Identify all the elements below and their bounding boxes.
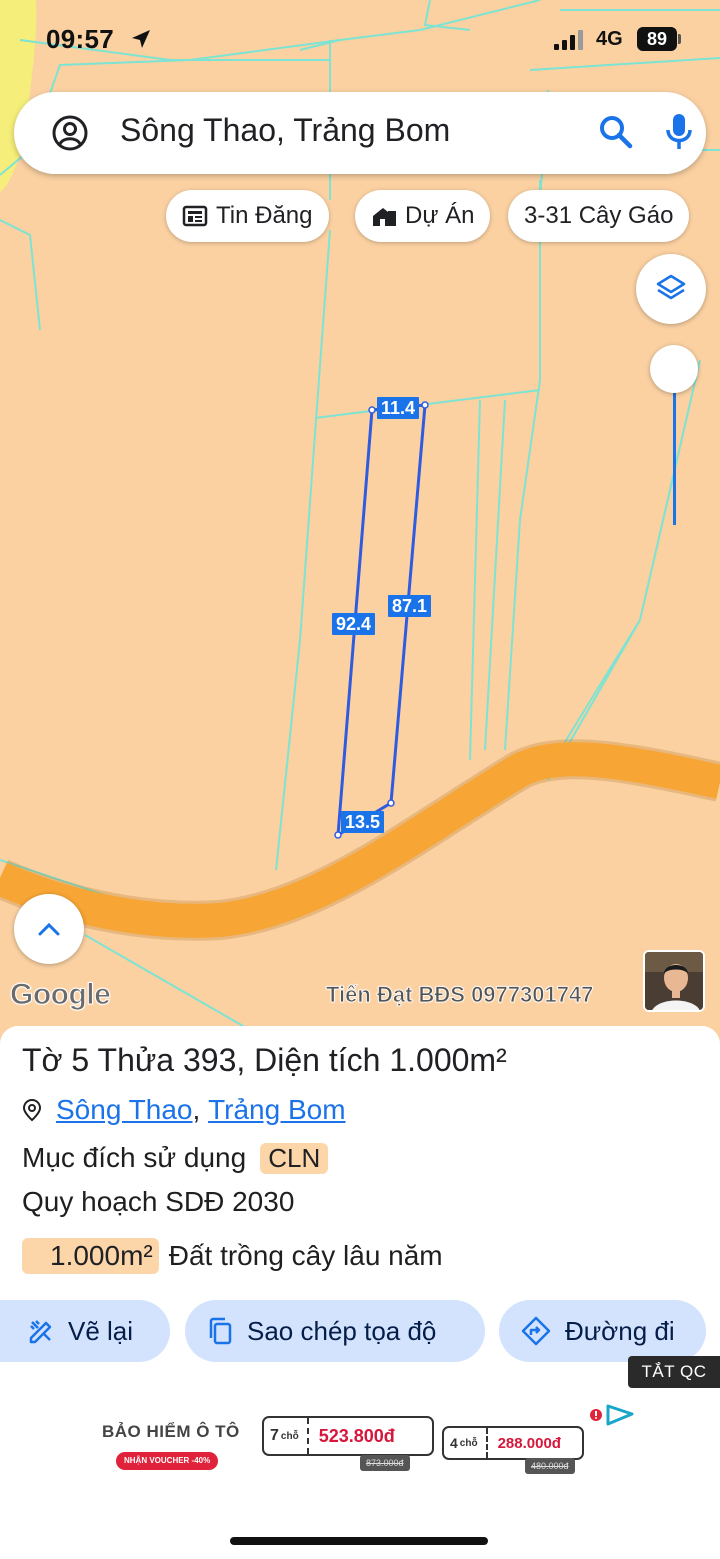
- expand-panel-button[interactable]: [14, 894, 84, 964]
- ad-offer-4: 4 chỗ 288.000đ: [442, 1426, 584, 1460]
- ad-seat-count: 4 chỗ: [444, 1428, 488, 1458]
- microphone-icon[interactable]: [664, 112, 694, 152]
- ad-old-price: 873.000đ: [360, 1455, 410, 1471]
- opacity-slider-handle[interactable]: [650, 345, 698, 393]
- area-row: 1.000m² Đất trồng cây lâu năm: [22, 1238, 443, 1274]
- search-icon[interactable]: [598, 114, 634, 150]
- avatar: [643, 950, 705, 1012]
- opacity-slider-track[interactable]: [673, 390, 676, 525]
- measure-label-left: 92.4: [332, 613, 376, 635]
- redraw-button[interactable]: Vẽ lại: [0, 1300, 170, 1362]
- account-icon[interactable]: [52, 115, 88, 151]
- search-input[interactable]: Sông Thao, Trảng Bom: [120, 112, 450, 149]
- status-time: 09:57: [46, 24, 114, 54]
- location-pin-icon: [22, 1098, 42, 1122]
- person-photo: [645, 952, 703, 1010]
- copy-coordinates-button[interactable]: Sao chép tọa độ: [185, 1300, 485, 1362]
- ruler-pencil-icon: [29, 1320, 52, 1344]
- purpose-code-badge: CLN: [260, 1142, 329, 1174]
- copy-coordinates-label: Sao chép tọa độ: [247, 1315, 437, 1346]
- ad-old-price: 480.000đ: [525, 1458, 575, 1474]
- newspaper-icon: [182, 205, 208, 227]
- home-indicator: [230, 1537, 488, 1545]
- land-purpose: Mục đích sử dụng CLN: [22, 1142, 329, 1174]
- building-icon: [373, 208, 396, 226]
- chevron-up-icon: [38, 922, 60, 936]
- copy-icon: [209, 1317, 232, 1345]
- measure-label-top: 11.4: [377, 397, 420, 419]
- adchoices-icon[interactable]: [588, 1402, 636, 1428]
- measure-label-bottom: 13.5: [341, 811, 385, 833]
- ad-offer-7: 7 chỗ 523.800đ: [262, 1416, 434, 1456]
- status-bar: 09:57 4G 89: [0, 0, 720, 80]
- layers-button[interactable]: [636, 254, 706, 324]
- ad-banner[interactable]: BẢO HIỂM Ô TÔ NHẬN VOUCHER -40% 7 chỗ 523…: [88, 1396, 648, 1476]
- chip-label: 3-31 Cây Gáo: [524, 202, 674, 229]
- road: [0, 742, 720, 938]
- chip-tin-dang[interactable]: Tin Đăng: [166, 190, 329, 242]
- chip-label: Dự Án: [405, 202, 475, 229]
- measure-label-right: 87.1: [388, 595, 432, 617]
- ad-brand: BẢO HIỂM Ô TÔ: [102, 1422, 240, 1441]
- plan-label: Quy hoạch SDĐ 2030: [22, 1186, 295, 1217]
- directions-icon: [521, 1316, 551, 1346]
- district-link[interactable]: Trảng Bom: [208, 1094, 345, 1126]
- watermark-text: Tiến Đạt BĐS 0977301747: [326, 982, 594, 1008]
- network-type: 4G: [596, 28, 623, 50]
- cellular-signal-icon: [554, 30, 583, 50]
- redraw-label: Vẽ lại: [68, 1315, 134, 1346]
- parcel-address: Sông Thao, Trảng Bom: [22, 1094, 346, 1126]
- area-type: Đất trồng cây lâu năm: [168, 1240, 443, 1271]
- chip-du-an[interactable]: Dự Án: [355, 190, 491, 242]
- chip-cay-gao[interactable]: 3-31 Cây Gáo: [508, 190, 690, 242]
- ward-link[interactable]: Sông Thao: [56, 1094, 193, 1126]
- area-badge: 1.000m²: [22, 1238, 159, 1274]
- address-separator: ,: [192, 1094, 201, 1125]
- ad-voucher-badge: NHẬN VOUCHER -40%: [116, 1452, 219, 1470]
- close-ad-button[interactable]: TẮT QC: [628, 1356, 720, 1388]
- battery-tip: [678, 34, 681, 44]
- parcel-title: Tờ 5 Thửa 393, Diện tích 1.000m²: [22, 1042, 507, 1078]
- battery-level: 89: [646, 29, 668, 49]
- ad-price: 523.800đ: [318, 1425, 395, 1446]
- directions-button[interactable]: Đường đi: [499, 1300, 706, 1362]
- google-logo: Google: [9, 978, 111, 1012]
- chip-label: Tin Đăng: [216, 202, 313, 229]
- ad-price: 288.000đ: [497, 1434, 561, 1452]
- layers-icon: [656, 274, 686, 300]
- purpose-label: Mục đích sử dụng: [22, 1142, 247, 1173]
- search-bar[interactable]: Sông Thao, Trảng Bom: [14, 92, 706, 174]
- battery-icon: 89: [637, 27, 677, 51]
- parcel-info-panel[interactable]: Tờ 5 Thửa 393, Diện tích 1.000m² Sông Th…: [0, 1026, 720, 1559]
- ad-seat-count: 7 chỗ: [264, 1418, 309, 1454]
- location-arrow-icon: [132, 30, 150, 48]
- directions-label: Đường đi: [565, 1315, 675, 1346]
